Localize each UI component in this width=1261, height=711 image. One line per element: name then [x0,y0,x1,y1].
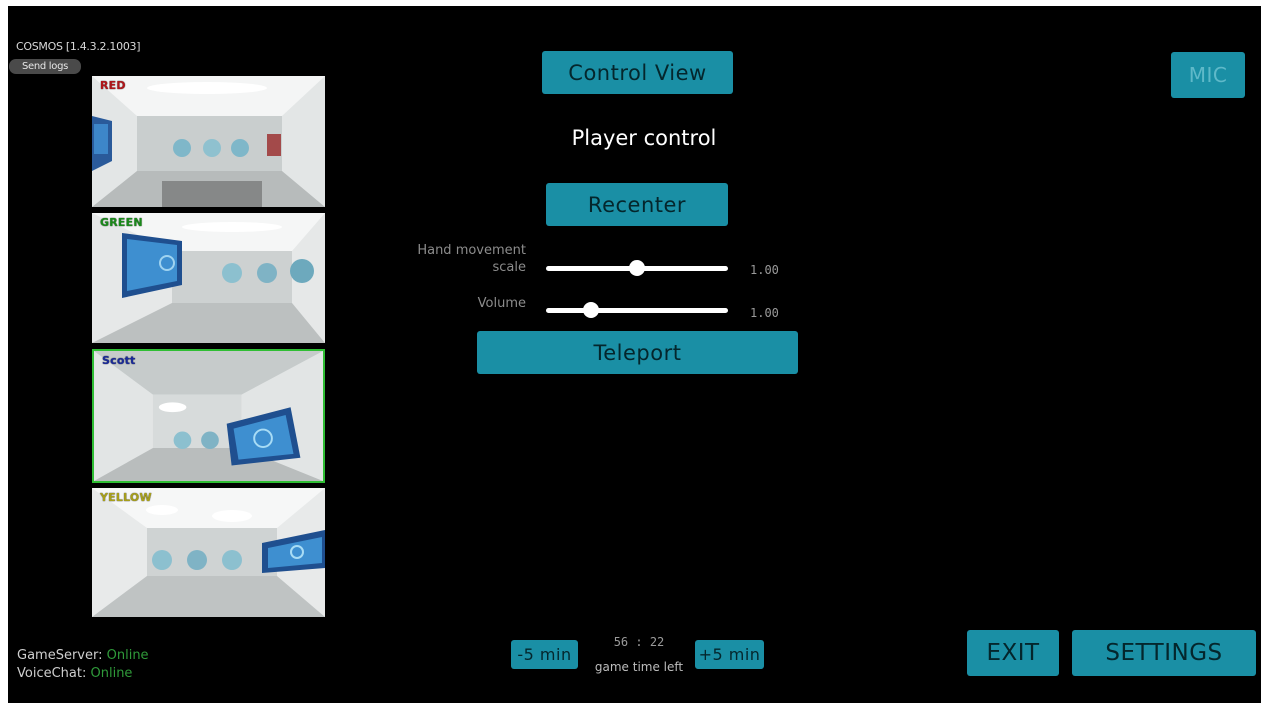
camera-view-green [92,213,325,343]
camera-view-red [92,76,325,207]
control-view-button[interactable]: Control View [542,51,733,94]
hand-movement-label-line1: Hand movement [417,243,526,258]
version-label: COSMOS [1.4.3.2.1003] [16,40,141,53]
minus-5-min-button[interactable]: -5 min [511,640,578,669]
camera-feed-green[interactable]: GREEN [92,213,325,343]
hand-movement-scale-value: 1.00 [750,263,779,277]
exit-button[interactable]: EXIT [967,630,1059,676]
camera-label-yellow: YELLOW [100,491,152,504]
voicechat-status: VoiceChat: Online [17,665,149,683]
game-time-value: 56 : 22 [613,635,665,649]
teleport-button[interactable]: Teleport [477,331,798,374]
camera-feed-scott[interactable]: Scott [92,349,325,483]
volume-slider[interactable] [546,302,728,320]
volume-slider-thumb[interactable] [583,302,599,318]
plus-5-min-button[interactable]: +5 min [695,640,764,669]
gameserver-status-value: Online [106,648,149,663]
gameserver-status: GameServer: Online [17,647,149,665]
camera-label-green: GREEN [100,216,143,229]
game-time-left-label: game time left [594,660,684,674]
camera-label-scott: Scott [102,354,136,367]
game-screen: COSMOS [1.4.3.2.1003] Send logs RED GREE… [8,6,1261,703]
voicechat-status-value: Online [90,666,133,681]
volume-slider-track[interactable] [546,308,728,313]
camera-feed-red[interactable]: RED [92,76,325,207]
camera-feed-yellow[interactable]: YELLOW [92,488,325,617]
camera-view-yellow [92,488,325,617]
voicechat-status-label: VoiceChat: [17,666,91,681]
send-logs-button[interactable]: Send logs [9,59,81,74]
settings-button[interactable]: SETTINGS [1072,630,1256,676]
recenter-button[interactable]: Recenter [546,183,728,226]
volume-label-text: Volume [477,296,526,311]
connection-status: GameServer: Online VoiceChat: Online [17,647,149,683]
volume-value: 1.00 [750,306,779,320]
gameserver-status-label: GameServer: [17,648,107,663]
player-control-title: Player control [571,126,717,150]
hand-movement-scale-label: Hand movement scale [376,242,526,276]
hand-movement-label-line2: scale [492,260,527,275]
volume-label: Volume [376,295,526,312]
hand-movement-scale-slider[interactable] [546,260,728,278]
camera-view-scott [94,351,323,481]
camera-label-red: RED [100,79,126,92]
mic-button[interactable]: MIC [1171,52,1245,98]
hand-movement-slider-thumb[interactable] [629,260,645,276]
